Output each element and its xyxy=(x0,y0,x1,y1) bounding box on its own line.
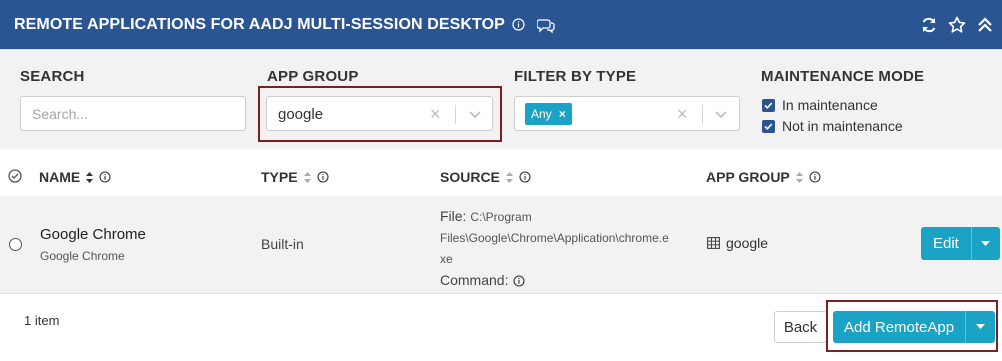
info-icon[interactable] xyxy=(99,171,111,183)
type-chip-label: Any xyxy=(531,107,552,121)
source-file-path: C:\Program xyxy=(470,210,532,224)
in-maintenance-checkbox[interactable]: In maintenance xyxy=(762,97,878,113)
header-actions xyxy=(920,0,994,49)
app-group-cell: google xyxy=(707,235,768,251)
type-select[interactable]: Any × × xyxy=(514,96,740,131)
column-name-label: NAME xyxy=(39,169,81,185)
page-header: REMOTE APPLICATIONS FOR AADJ MULTI-SESSI… xyxy=(0,0,1002,49)
app-source: File: C:\Program Files\Google\Chrome\App… xyxy=(440,206,669,291)
item-count: 1 item xyxy=(24,313,60,328)
filter-by-type-label: FILTER BY TYPE xyxy=(514,68,637,85)
info-icon[interactable] xyxy=(519,171,531,183)
app-group-value: google xyxy=(278,106,324,123)
star-icon[interactable] xyxy=(948,16,966,34)
sort-icon[interactable] xyxy=(85,171,94,184)
app-type: Built-in xyxy=(261,236,304,252)
source-file-label: File: xyxy=(440,208,467,224)
column-source[interactable]: SOURCE xyxy=(440,169,531,185)
app-group-select[interactable]: google × xyxy=(266,96,493,131)
source-file-path-end: xe xyxy=(440,252,453,266)
sort-icon[interactable] xyxy=(795,171,804,184)
clear-icon[interactable]: × xyxy=(430,104,441,125)
app-group-name: google xyxy=(726,235,769,251)
column-app-group-label: APP GROUP xyxy=(706,169,790,185)
chat-icon[interactable] xyxy=(536,17,555,33)
back-button[interactable]: Back xyxy=(774,311,827,343)
add-remoteapp-button[interactable]: Add RemoteApp xyxy=(833,311,966,343)
chip-remove-icon[interactable]: × xyxy=(559,107,566,121)
select-separator xyxy=(455,105,456,124)
column-app-group[interactable]: APP GROUP xyxy=(706,169,821,185)
chevron-down-icon[interactable] xyxy=(714,107,728,126)
source-file-path-cont: Files\Google\Chrome\Application\chrome.e xyxy=(440,231,669,245)
caret-down-icon[interactable] xyxy=(965,311,996,343)
refresh-icon[interactable] xyxy=(920,16,938,34)
collapse-icon[interactable] xyxy=(976,16,994,34)
info-icon[interactable] xyxy=(513,274,526,287)
info-icon[interactable] xyxy=(809,171,821,183)
sort-icon[interactable] xyxy=(505,171,514,184)
info-icon[interactable] xyxy=(512,18,525,31)
source-command-label: Command: xyxy=(440,272,509,288)
in-maintenance-label: In maintenance xyxy=(782,97,878,113)
checkbox-checked-icon[interactable] xyxy=(762,119,775,133)
search-input[interactable] xyxy=(20,96,246,131)
select-all-icon[interactable] xyxy=(8,169,22,188)
column-type-label: TYPE xyxy=(261,169,298,185)
table-header: NAME TYPE SOURCE APP GROUP xyxy=(0,149,1002,196)
chevron-down-icon[interactable] xyxy=(468,107,482,126)
clear-icon[interactable]: × xyxy=(677,104,688,125)
app-subname: Google Chrome xyxy=(40,249,125,263)
column-type[interactable]: TYPE xyxy=(261,169,329,185)
add-remoteapp-button-group: Add RemoteApp xyxy=(833,311,996,343)
not-in-maintenance-checkbox[interactable]: Not in maintenance xyxy=(762,118,903,134)
column-source-label: SOURCE xyxy=(440,169,500,185)
page-title: REMOTE APPLICATIONS FOR AADJ MULTI-SESSI… xyxy=(14,15,505,33)
sort-icon[interactable] xyxy=(303,171,312,184)
not-in-maintenance-label: Not in maintenance xyxy=(782,118,903,134)
table-grid-icon xyxy=(707,237,720,249)
caret-down-icon[interactable] xyxy=(970,227,1000,260)
column-name[interactable]: NAME xyxy=(39,169,111,185)
row-select-radio[interactable] xyxy=(9,238,22,251)
app-name: Google Chrome xyxy=(40,226,146,243)
select-separator xyxy=(702,105,703,124)
type-chip: Any × xyxy=(525,103,572,125)
edit-button[interactable]: Edit xyxy=(921,227,971,260)
maintenance-mode-label: MAINTENANCE MODE xyxy=(761,68,925,85)
filter-panel: SEARCH APP GROUP google × FILTER BY TYPE… xyxy=(0,49,1002,149)
edit-button-group: Edit xyxy=(921,227,1000,260)
app-group-label: APP GROUP xyxy=(267,68,359,85)
info-icon[interactable] xyxy=(317,171,329,183)
table-row[interactable]: Google Chrome Google Chrome Built-in Fil… xyxy=(0,196,1002,294)
search-label: SEARCH xyxy=(20,68,85,85)
checkbox-checked-icon[interactable] xyxy=(762,98,775,112)
